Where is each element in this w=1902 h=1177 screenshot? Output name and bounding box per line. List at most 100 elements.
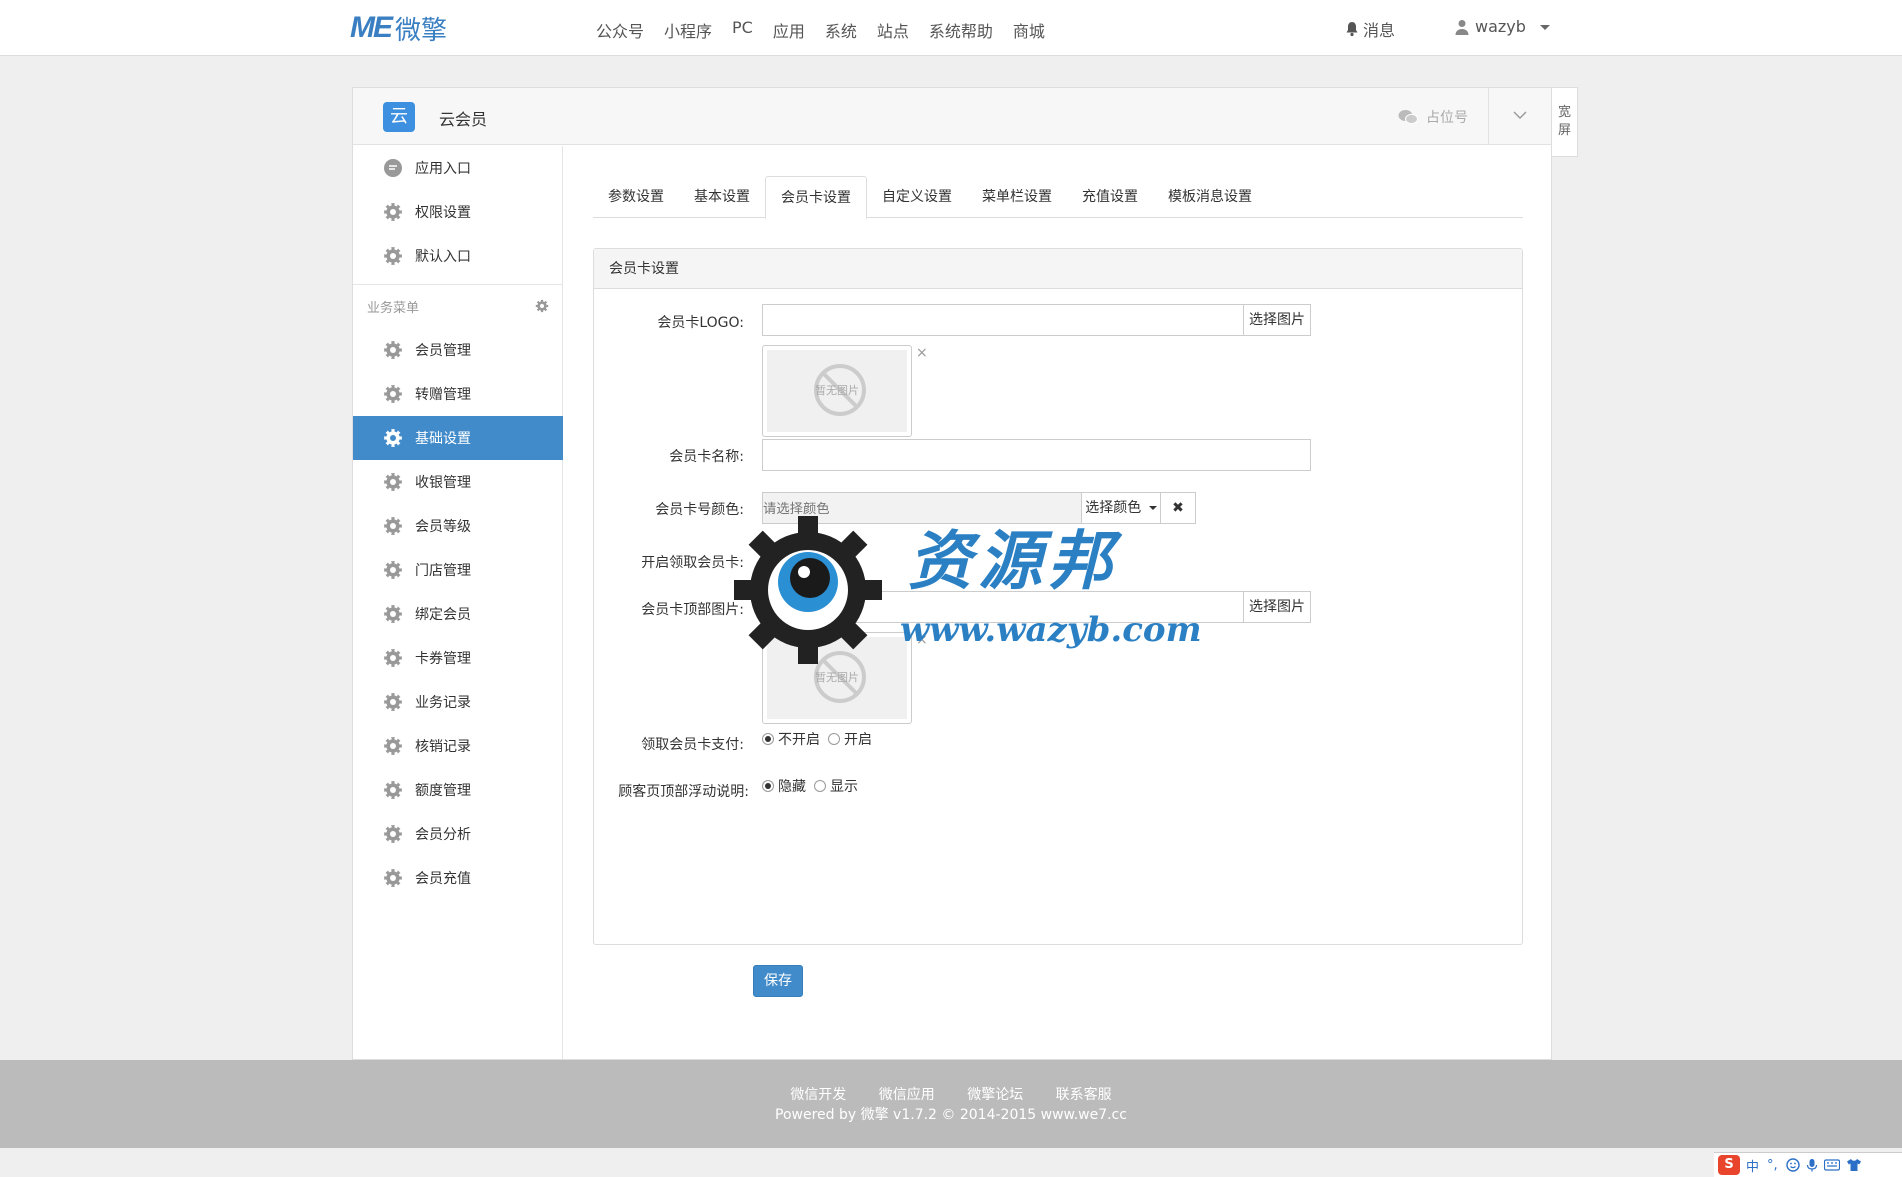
widescreen-toggle[interactable]: 宽 屏 <box>1552 87 1578 157</box>
no-image-text: 暂无图片 <box>815 671 859 684</box>
sidebar-item-label: 应用入口 <box>415 161 471 177</box>
save-button[interactable]: 保存 <box>753 965 803 997</box>
radio-label: 隐藏 <box>778 779 806 795</box>
select-logo-button[interactable]: 选择图片 <box>1243 304 1311 336</box>
gear-icon <box>384 869 402 887</box>
sidebar-item-cashier[interactable]: 收银管理 <box>353 460 563 504</box>
sidebar-item-analytics[interactable]: 会员分析 <box>353 812 563 856</box>
sidebar-item-label: 会员分析 <box>415 827 471 843</box>
radio-label: 显示 <box>830 779 858 795</box>
watermark-url: www.wazyb.com <box>900 610 1202 650</box>
radio-pay-on[interactable] <box>828 733 840 745</box>
footer-copyright: Powered by 微擎 v1.7.2 © 2014-2015 www.we7… <box>775 1107 1127 1123</box>
tab-custom[interactable]: 自定义设置 <box>867 176 967 218</box>
app-icon: 云 <box>383 102 415 132</box>
card-name-input[interactable] <box>762 439 1311 471</box>
logo-label: 会员卡LOGO: <box>657 315 744 331</box>
sidebar-item-label: 核销记录 <box>415 739 471 755</box>
gear-icon <box>384 473 402 491</box>
main-nav: 公众号 小程序 PC 应用 系统 站点 系统帮助 商城 <box>596 18 1065 42</box>
tab-params[interactable]: 参数设置 <box>593 176 679 218</box>
nav-item-miniprogram[interactable]: 小程序 <box>664 18 712 42</box>
chevron-down-icon[interactable] <box>1513 108 1527 122</box>
sogou-icon[interactable]: S <box>1718 1155 1740 1175</box>
sidebar-item-label: 门店管理 <box>415 563 471 579</box>
tab-template-msg[interactable]: 模板消息设置 <box>1153 176 1267 218</box>
radio-label: 开启 <box>844 732 872 748</box>
sidebar-item-permissions[interactable]: 权限设置 <box>353 190 563 234</box>
sidebar-item-transfer[interactable]: 转赠管理 <box>353 372 563 416</box>
app-title: 云会员 <box>439 110 488 129</box>
tab-member-card[interactable]: 会员卡设置 <box>765 176 867 219</box>
radio-float-show[interactable] <box>814 780 826 792</box>
wechat-account[interactable]: 占位号 <box>1398 107 1468 127</box>
select-top-image-button[interactable]: 选择图片 <box>1243 591 1311 623</box>
sidebar-item-label: 业务记录 <box>415 695 471 711</box>
sidebar-item-business-records[interactable]: 业务记录 <box>353 680 563 724</box>
ime-toolbar: S 中 °, <box>1714 1152 1902 1177</box>
sidebar-item-coupons[interactable]: 卡券管理 <box>353 636 563 680</box>
radio-pay-off[interactable] <box>762 733 774 745</box>
sidebar-item-label: 默认入口 <box>415 249 471 265</box>
sidebar-item-members[interactable]: 会员管理 <box>353 328 563 372</box>
tab-basic[interactable]: 基本设置 <box>679 176 765 218</box>
nav-item-pc[interactable]: PC <box>732 18 753 42</box>
gear-icon <box>384 429 402 447</box>
footer-link-dev[interactable]: 微信开发 <box>790 1087 846 1103</box>
emoji-icon[interactable] <box>1785 1158 1800 1172</box>
pay-label: 领取会员卡支付: <box>641 737 744 753</box>
messages-link[interactable]: 消息 <box>1345 17 1395 41</box>
top-image-preview: 暂无图片 <box>762 632 912 724</box>
logo-text: 微擎 <box>395 15 448 46</box>
sidebar-item-label: 绑定会员 <box>415 607 471 623</box>
gear-icon <box>384 737 402 755</box>
gear-icon <box>384 517 402 535</box>
ime-lang[interactable]: 中 <box>1746 1156 1759 1175</box>
user-menu[interactable]: wazyb <box>1455 17 1550 36</box>
sidebar-item-app-entry[interactable]: 应用入口 <box>353 146 563 190</box>
pay-options: 不开启 开启 <box>762 729 880 749</box>
footer-link-apps[interactable]: 微信应用 <box>879 1087 935 1103</box>
float-options: 隐藏 显示 <box>762 776 866 796</box>
sidebar-item-basic-settings[interactable]: 基础设置 <box>353 416 563 460</box>
nav-item-official[interactable]: 公众号 <box>596 18 644 42</box>
nav-item-system[interactable]: 系统 <box>825 18 857 42</box>
sidebar-item-verify-records[interactable]: 核销记录 <box>353 724 563 768</box>
gear-icon[interactable] <box>535 299 549 313</box>
form-title: 会员卡设置 <box>594 249 1522 289</box>
nav-item-store[interactable]: 商城 <box>1013 18 1045 42</box>
gear-icon <box>384 825 402 843</box>
mic-icon[interactable] <box>1806 1158 1818 1172</box>
footer-link-support[interactable]: 联系客服 <box>1056 1087 1112 1103</box>
tab-menu-bar[interactable]: 菜单栏设置 <box>967 176 1067 218</box>
radio-label: 不开启 <box>778 732 820 748</box>
tab-recharge[interactable]: 充值设置 <box>1067 176 1153 218</box>
logo-input[interactable] <box>762 304 1244 336</box>
gear-icon <box>384 203 402 221</box>
sidebar-item-label: 基础设置 <box>415 431 471 447</box>
sidebar-item-default-entry[interactable]: 默认入口 <box>353 234 563 278</box>
sidebar: 应用入口 权限设置 默认入口 业务菜单 会员管理 转赠管理 基础设置 收银管理 … <box>353 146 563 1059</box>
wechat-account-label: 占位号 <box>1426 110 1468 126</box>
app-header: 云 云会员 占位号 <box>353 88 1551 145</box>
skin-icon[interactable] <box>1846 1158 1862 1172</box>
brand-logo[interactable]: ME 微擎 <box>350 11 448 46</box>
sidebar-item-bind-members[interactable]: 绑定会员 <box>353 592 563 636</box>
nav-item-help[interactable]: 系统帮助 <box>929 18 993 42</box>
nav-item-site[interactable]: 站点 <box>877 18 909 42</box>
nav-item-apps[interactable]: 应用 <box>773 18 805 42</box>
sidebar-item-quota[interactable]: 额度管理 <box>353 768 563 812</box>
sidebar-item-recharge[interactable]: 会员充值 <box>353 856 563 900</box>
sidebar-item-label: 权限设置 <box>415 205 471 221</box>
ime-punct[interactable]: °, <box>1767 1158 1778 1173</box>
sidebar-item-member-levels[interactable]: 会员等级 <box>353 504 563 548</box>
radio-float-hide[interactable] <box>762 780 774 792</box>
remove-logo-button[interactable]: × <box>916 345 928 361</box>
footer-link-forum[interactable]: 微擎论坛 <box>967 1087 1023 1103</box>
gear-icon <box>384 247 402 265</box>
chat-icon <box>384 159 402 177</box>
sidebar-item-stores[interactable]: 门店管理 <box>353 548 563 592</box>
caret-down-icon <box>1539 25 1550 30</box>
gear-icon <box>384 561 402 579</box>
keyboard-icon[interactable] <box>1823 1159 1840 1171</box>
